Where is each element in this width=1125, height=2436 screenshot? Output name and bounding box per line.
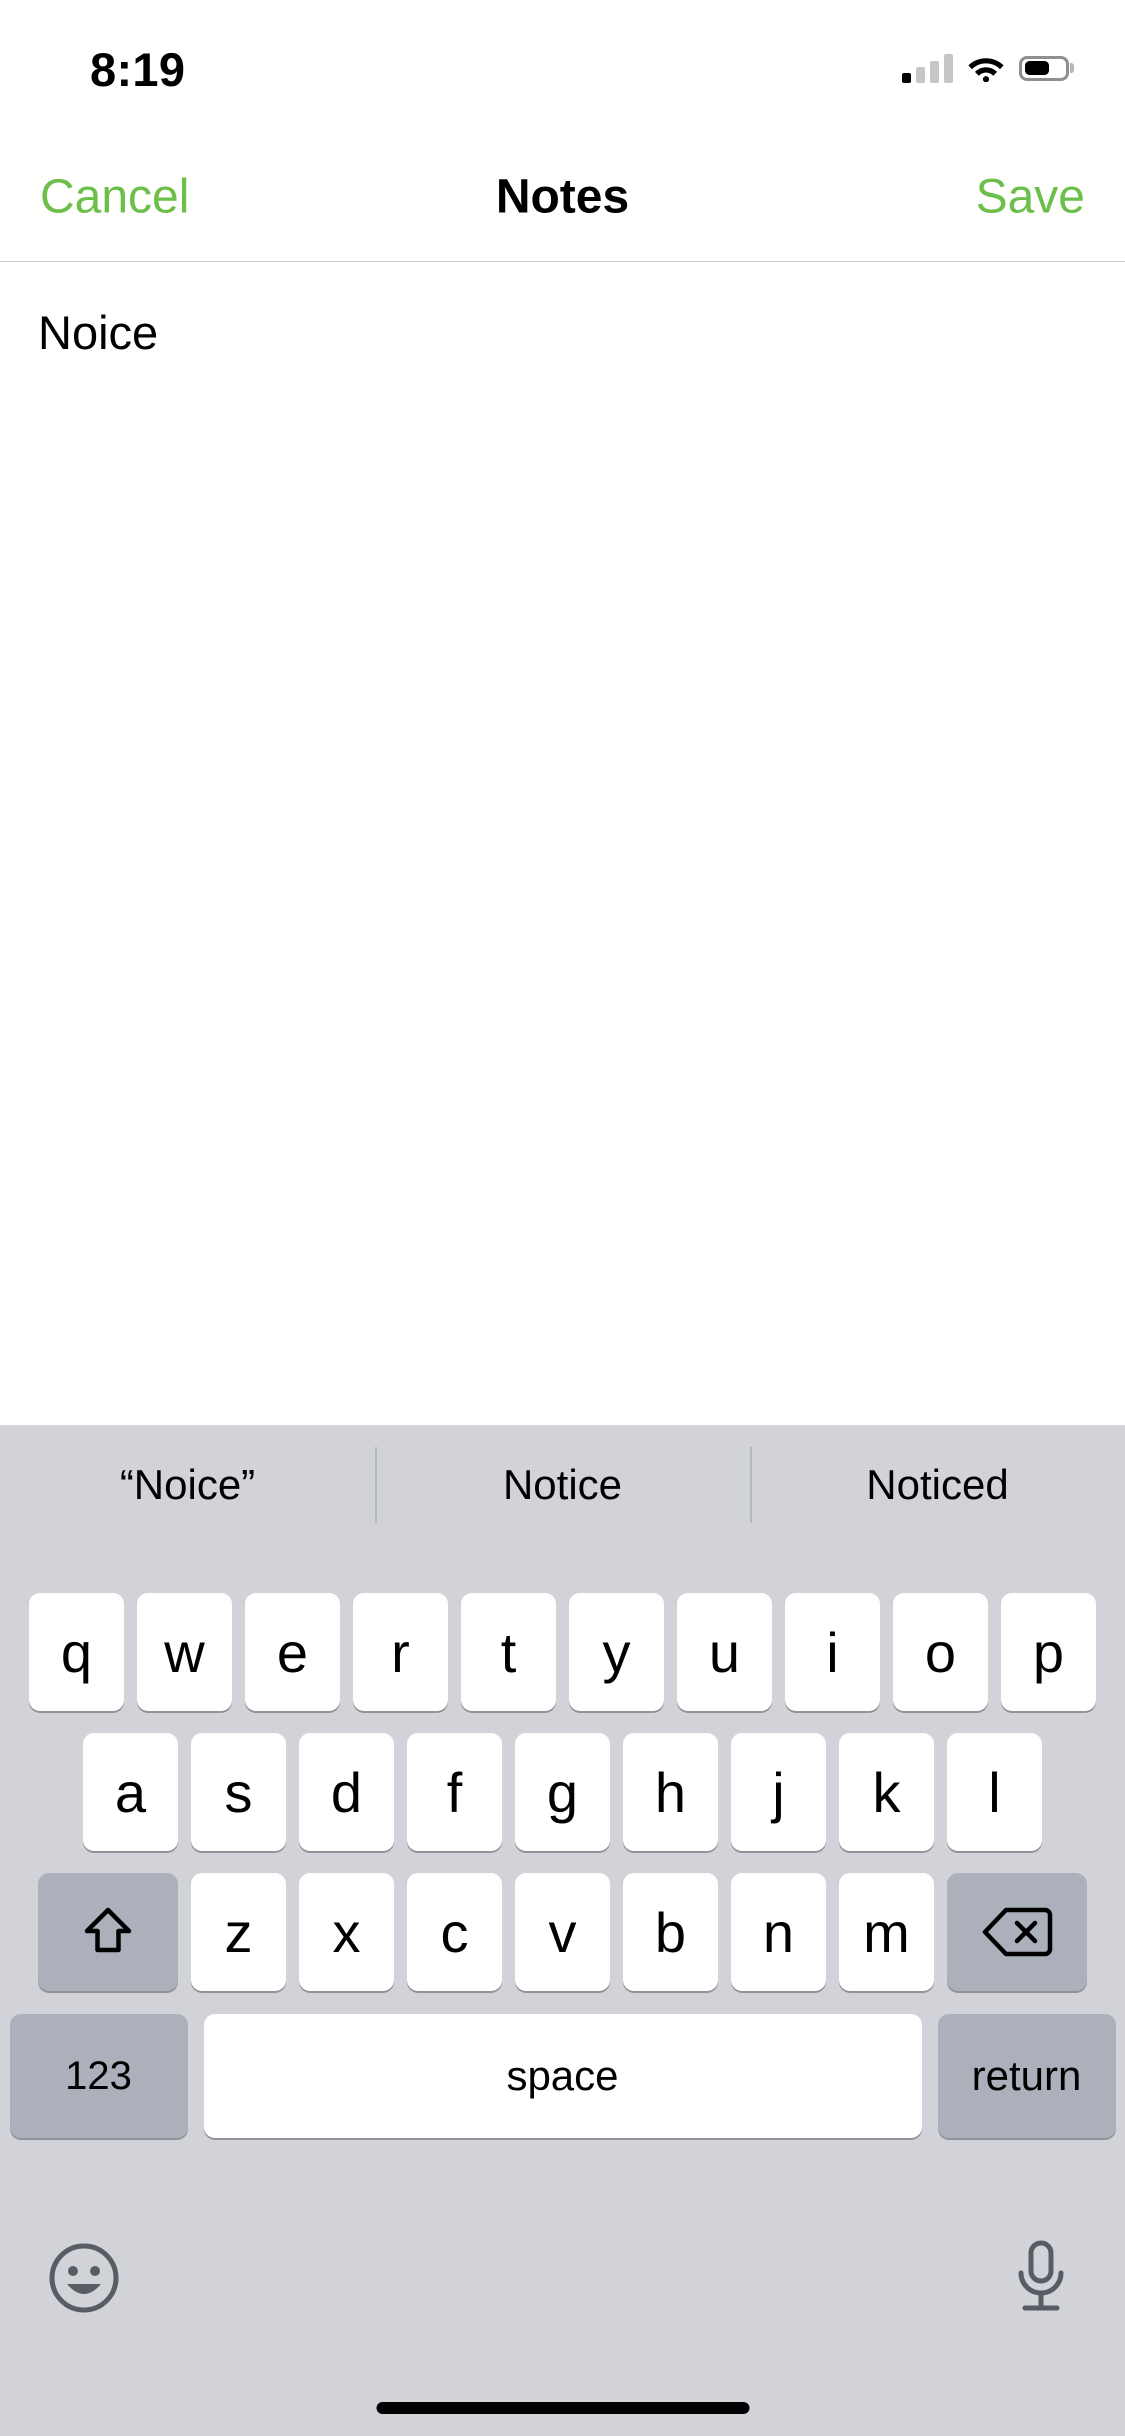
note-text-input[interactable]: Noice [38, 301, 1087, 364]
shift-key[interactable] [38, 1873, 178, 1991]
key-d[interactable]: d [299, 1733, 394, 1851]
prediction-candidate-2[interactable]: Noticed [750, 1425, 1125, 1545]
prediction-candidate-0[interactable]: “Noice” [0, 1425, 375, 1545]
space-key[interactable]: space [203, 2014, 922, 2138]
key-v[interactable]: v [515, 1873, 610, 1991]
status-bar: 8:19 [0, 0, 1125, 132]
return-key[interactable]: return [937, 2014, 1116, 2138]
key-h[interactable]: h [623, 1733, 718, 1851]
note-editor[interactable]: Noice [0, 263, 1125, 1425]
key-f[interactable]: f [407, 1733, 502, 1851]
key-i[interactable]: i [785, 1593, 880, 1711]
key-z[interactable]: z [191, 1873, 286, 1991]
keyboard-row-2: a s d f g h j k l [0, 1733, 1125, 1851]
keyboard-row-3: z x c v b n m [0, 1873, 1125, 1991]
backspace-key[interactable] [947, 1873, 1087, 1991]
key-l[interactable]: l [947, 1733, 1042, 1851]
key-j[interactable]: j [731, 1733, 826, 1851]
key-y[interactable]: y [569, 1593, 664, 1711]
keyboard: “Noice” Notice Noticed q w e r t y u i o… [0, 1425, 1125, 2436]
key-t[interactable]: t [461, 1593, 556, 1711]
emoji-smiley-icon [49, 2243, 119, 2313]
shift-icon [84, 1907, 132, 1953]
emoji-key[interactable] [42, 2236, 126, 2320]
status-bar-time: 8:19 [90, 43, 186, 96]
prediction-candidate-1[interactable]: Notice [375, 1425, 750, 1545]
key-b[interactable]: b [623, 1873, 718, 1991]
key-u[interactable]: u [677, 1593, 772, 1711]
key-a[interactable]: a [83, 1733, 178, 1851]
numbers-key[interactable]: 123 [9, 2014, 188, 2138]
predictive-text-bar: “Noice” Notice Noticed [0, 1425, 1125, 1545]
key-c[interactable]: c [407, 1873, 502, 1991]
backspace-icon [982, 1907, 1053, 1957]
keyboard-utility-row [0, 2230, 1125, 2340]
battery-icon [1019, 55, 1074, 81]
key-p[interactable]: p [1001, 1593, 1096, 1711]
key-m[interactable]: m [839, 1873, 934, 1991]
phone-screen: 8:19 Cancel Notes Save Noice “Noice” Not… [0, 0, 1125, 2436]
key-s[interactable]: s [191, 1733, 286, 1851]
status-bar-indicators [902, 48, 1074, 88]
page-title: Notes [495, 170, 630, 223]
cellular-signal-icon [902, 53, 953, 83]
key-x[interactable]: x [299, 1873, 394, 1991]
key-k[interactable]: k [839, 1733, 934, 1851]
save-button[interactable]: Save [968, 163, 1093, 230]
key-e[interactable]: e [245, 1593, 340, 1711]
wifi-icon [968, 58, 1004, 82]
key-r[interactable]: r [353, 1593, 448, 1711]
key-q[interactable]: q [29, 1593, 124, 1711]
key-w[interactable]: w [137, 1593, 232, 1711]
key-o[interactable]: o [893, 1593, 988, 1711]
dictation-key[interactable] [999, 2236, 1083, 2320]
keyboard-row-1: q w e r t y u i o p [0, 1593, 1125, 1711]
cancel-button[interactable]: Cancel [32, 163, 197, 230]
home-indicator[interactable] [376, 2402, 749, 2414]
keyboard-row-4: 123 space return [0, 2014, 1125, 2138]
key-g[interactable]: g [515, 1733, 610, 1851]
navigation-bar: Cancel Notes Save [0, 132, 1125, 262]
key-n[interactable]: n [731, 1873, 826, 1991]
microphone-icon [1018, 2240, 1064, 2311]
